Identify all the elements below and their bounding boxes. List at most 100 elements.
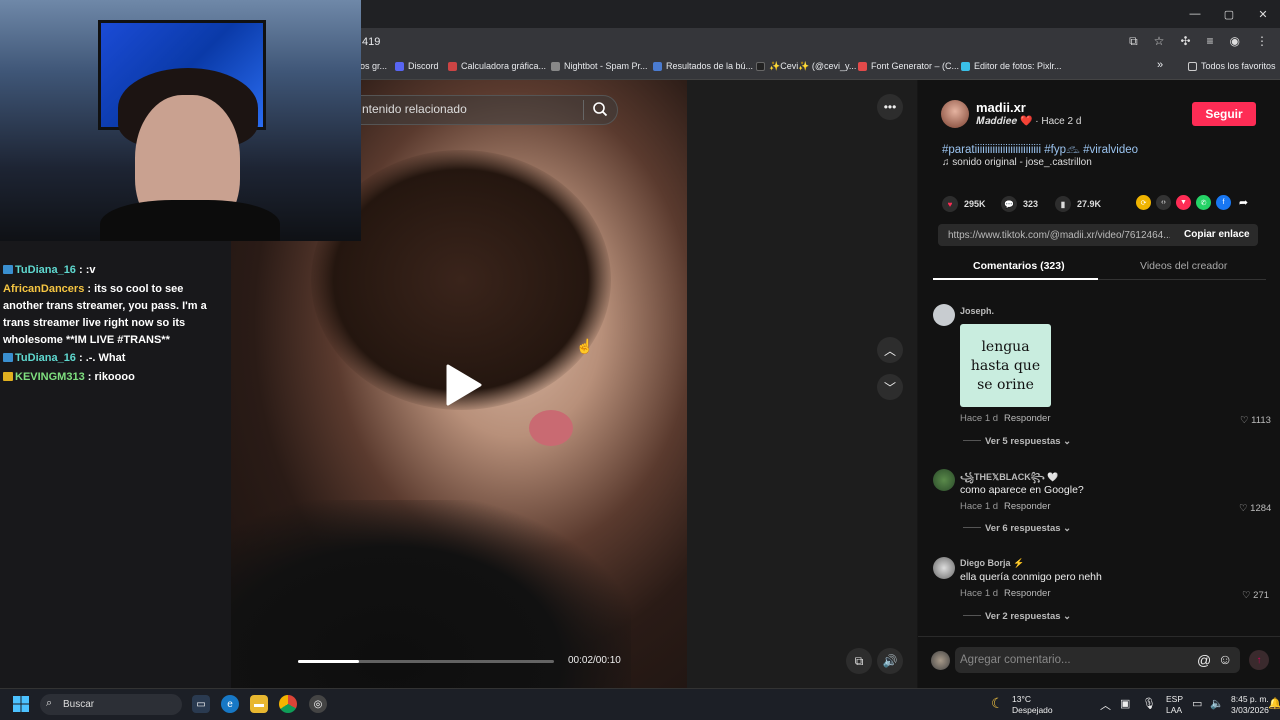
- author-name[interactable]: madii.xr: [976, 100, 1026, 115]
- profile-icon[interactable]: ◉: [1230, 34, 1240, 49]
- send-to-friends-icon[interactable]: ▼: [1176, 195, 1191, 210]
- chat-username[interactable]: TuDiana_16: [15, 352, 76, 364]
- chevron-down-icon[interactable]: ﹀: [877, 374, 903, 400]
- clock-time[interactable]: 8:45 p. m.: [1231, 694, 1269, 704]
- repost-icon[interactable]: ⟳: [1136, 195, 1151, 210]
- chat-username[interactable]: TuDiana_16: [15, 264, 76, 276]
- bookmark-item[interactable]: Discord: [395, 61, 439, 71]
- heart-outline-icon: ♡: [1242, 590, 1254, 601]
- comment-like-count: 1284: [1250, 503, 1272, 514]
- reply-button[interactable]: Responder: [1004, 413, 1050, 424]
- emoji-icon[interactable]: ☺: [1218, 651, 1232, 667]
- chat-username[interactable]: AfricanDancers: [3, 283, 84, 295]
- bookmark-item[interactable]: Font Generator – (C...: [858, 61, 959, 71]
- weather-temp[interactable]: 13°C: [1012, 694, 1031, 704]
- edge-icon[interactable]: e: [221, 695, 239, 713]
- comment-like[interactable]: ♡ 1284: [1239, 503, 1271, 514]
- view-replies-button[interactable]: Ver 2 respuestas ⌄: [963, 611, 1071, 622]
- star-icon[interactable]: ☆: [1154, 34, 1165, 49]
- facebook-icon[interactable]: f: [1216, 195, 1231, 210]
- cast-icon[interactable]: ⧉: [1129, 34, 1138, 49]
- comment-button[interactable]: 💬 323: [1001, 196, 1038, 212]
- bookmark-item[interactable]: Editor de fotos: Pixlr...: [961, 61, 1062, 71]
- bookmark-item[interactable]: Calculadora gráfica...: [448, 61, 546, 71]
- menu-icon[interactable]: ⋮: [1256, 34, 1268, 49]
- obs-icon[interactable]: ◎: [309, 695, 327, 713]
- like-button[interactable]: ♥ 295K: [942, 196, 986, 212]
- tab-creator-videos[interactable]: Videos del creador: [1140, 260, 1227, 272]
- weather-desc[interactable]: Despejado: [1012, 705, 1053, 715]
- bookmark-item[interactable]: ✨Cevi✨ (@cevi_y...: [756, 61, 856, 72]
- view-replies-button[interactable]: Ver 6 respuestas ⌄: [963, 523, 1071, 534]
- more-options-icon[interactable]: •••: [877, 94, 903, 120]
- share-arrow-icon[interactable]: ➦: [1236, 195, 1251, 210]
- send-arrow-icon[interactable]: ↑: [1249, 650, 1269, 670]
- heart-outline-icon: ♡: [1240, 415, 1252, 426]
- search-icon[interactable]: [592, 101, 608, 117]
- close-icon[interactable]: ✕: [1246, 0, 1280, 28]
- windows-start-icon[interactable]: [13, 696, 29, 712]
- replies-line: [963, 615, 981, 616]
- tray-chevron-up-icon[interactable]: ︿: [1100, 697, 1111, 713]
- video-progress-bar[interactable]: [298, 660, 554, 663]
- network-icon[interactable]: ▭: [1192, 697, 1202, 710]
- bookmark-item[interactable]: Nightbot - Spam Pr...: [551, 61, 648, 71]
- restore-icon[interactable]: ▢: [1212, 0, 1246, 28]
- commenter-avatar[interactable]: [933, 304, 955, 326]
- bookmark-label: Resultados de la bú...: [666, 61, 754, 71]
- comment-like[interactable]: ♡ 271: [1242, 590, 1269, 601]
- tray-app-icon[interactable]: ▣: [1120, 697, 1130, 710]
- notifications-icon[interactable]: 🔔: [1268, 697, 1280, 710]
- author-avatar[interactable]: [941, 100, 969, 128]
- chat-username[interactable]: KEVINGM313: [15, 371, 85, 383]
- floating-player-icon[interactable]: ⧉: [846, 648, 872, 674]
- extensions-icon[interactable]: ✣: [1180, 34, 1190, 49]
- volume-icon[interactable]: 🔊: [877, 648, 903, 674]
- tab-comments[interactable]: Comentarios (323): [973, 260, 1065, 272]
- comment-username[interactable]: Diego Borja ⚡: [960, 558, 1024, 569]
- language-code[interactable]: ESP: [1166, 694, 1183, 704]
- follow-button[interactable]: Seguir: [1192, 102, 1256, 126]
- chevron-up-icon[interactable]: ︿: [877, 337, 903, 363]
- bookmark-label: os gr...: [360, 61, 388, 71]
- share-link-url[interactable]: https://www.tiktok.com/@madii.xr/video/7…: [948, 230, 1170, 241]
- url-text[interactable]: 419: [362, 36, 380, 48]
- embed-icon[interactable]: ‹›: [1156, 195, 1171, 210]
- reply-button[interactable]: Responder: [1004, 588, 1050, 599]
- comment-placeholder[interactable]: Agregar comentario...: [960, 654, 1071, 666]
- task-view-icon[interactable]: ▭: [192, 695, 210, 713]
- taskbar-search[interactable]: [40, 694, 182, 715]
- reply-button[interactable]: Responder: [1004, 501, 1050, 512]
- commenter-avatar[interactable]: [933, 557, 955, 579]
- comment-icon: 💬: [1001, 196, 1017, 212]
- microphone-icon[interactable]: 🎙: [1142, 697, 1156, 710]
- bookmark-item[interactable]: os gr...: [360, 61, 387, 71]
- caption-hashtags[interactable]: #paratiiiiiiiiiiiiiiiiiiiiiiiiii #fyp𓃺 #…: [942, 138, 1138, 157]
- tab-search-icon[interactable]: ≡: [1207, 34, 1214, 49]
- comment-like[interactable]: ♡ 1113: [1240, 415, 1271, 426]
- mention-icon[interactable]: @: [1197, 652, 1211, 668]
- comment-time: Hace 1 d: [960, 413, 999, 424]
- taskbar-search-text[interactable]: Buscar: [63, 699, 94, 710]
- search-results-icon: [653, 61, 662, 71]
- clock-date[interactable]: 3/03/2026: [1231, 705, 1269, 715]
- save-button[interactable]: ▮ 27.9K: [1055, 196, 1101, 212]
- comment-username[interactable]: Joseph.: [960, 306, 994, 316]
- sound-link[interactable]: ♫ sonido original - jose_.castrillon: [942, 157, 1092, 168]
- bookmarks-more-icon[interactable]: »: [1157, 59, 1163, 71]
- minimize-icon[interactable]: —: [1178, 0, 1212, 28]
- related-search-text[interactable]: ntenido relacionado: [362, 102, 467, 116]
- file-explorer-icon[interactable]: ▬: [250, 695, 268, 713]
- mouse-cursor-icon: ☝: [576, 338, 594, 354]
- bookmark-item[interactable]: Resultados de la bú...: [653, 61, 753, 71]
- view-replies-button[interactable]: Ver 5 respuestas ⌄: [963, 436, 1071, 447]
- play-icon[interactable]: [444, 364, 482, 406]
- keyboard-layout[interactable]: LAA: [1166, 705, 1182, 715]
- commenter-avatar[interactable]: [933, 469, 955, 491]
- chrome-icon[interactable]: [279, 695, 297, 713]
- speaker-icon[interactable]: 🔈: [1210, 697, 1224, 710]
- whatsapp-icon[interactable]: ✆: [1196, 195, 1211, 210]
- comment-text: como aparece en Google?: [960, 484, 1084, 496]
- copy-link-button[interactable]: Copiar enlace: [1184, 229, 1250, 240]
- all-bookmarks[interactable]: Todos los favoritos: [1188, 61, 1276, 71]
